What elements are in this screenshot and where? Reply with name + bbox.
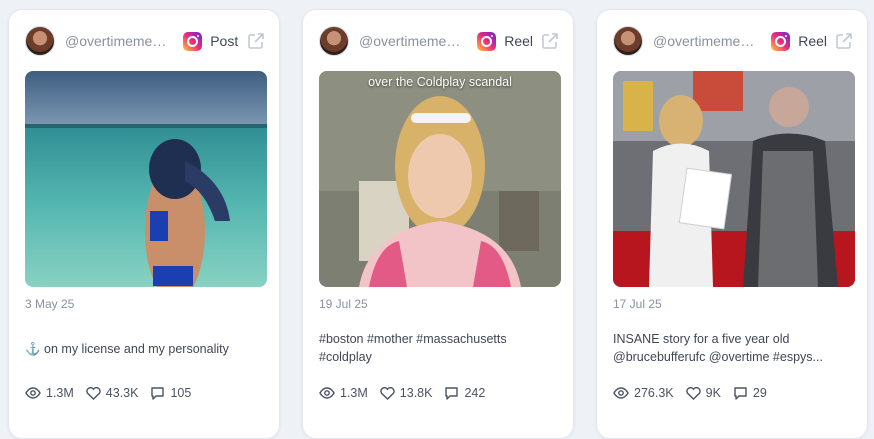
likes-count: 9K [705,386,721,400]
comment-icon [734,387,747,400]
likes-stat: 13.8K [380,386,433,400]
video-caption-overlay: over the Coldplay scandal [368,75,512,89]
comments-stat: 105 [150,386,191,400]
heart-icon [86,386,101,400]
views-count: 1.3M [340,386,368,400]
post-thumbnail[interactable] [25,71,267,287]
card-header: @overtimemeg... Reel [613,26,853,56]
avatar[interactable] [613,26,643,56]
card-header: @overtimemeg... Post [25,26,265,56]
eye-icon [319,387,335,399]
comments-count: 29 [752,386,767,400]
post-thumbnail[interactable]: over the Coldplay scandal [319,71,561,287]
likes-stat: 43.3K [86,386,139,400]
avatar[interactable] [25,26,55,56]
account-handle[interactable]: @overtimemeg... [359,33,463,49]
account-handle[interactable]: @overtimemeg... [653,33,757,49]
post-caption: INSANE story for a five year old @bruceb… [613,330,853,366]
post-stats: 1.3M 13.8K 242 [319,386,497,400]
card-header: @overtimemeg... Reel [319,26,559,56]
likes-stat: 9K [685,386,721,400]
likes-count: 13.8K [399,386,433,400]
caption-line: ⚓ on my license and my personality [25,342,229,356]
caption-line: #coldplay [319,350,372,364]
post-stats: 276.3K 9K 29 [613,386,779,400]
external-link-icon[interactable] [835,32,853,50]
avatar[interactable] [319,26,349,56]
comments-stat: 242 [444,386,485,400]
views-stat: 276.3K [613,386,674,400]
external-link-icon[interactable] [247,32,265,50]
post-date: 3 May 25 [25,297,75,311]
comments-count: 242 [464,386,486,400]
post-type-label: Reel [504,33,533,49]
caption-line: #boston #mother #massachusetts [319,332,507,346]
post-date: 19 Jul 25 [319,297,368,311]
post-card[interactable]: @overtimemeg... Reel over the Coldplay s… [302,9,574,439]
instagram-icon [183,31,203,51]
views-count: 1.3M [46,386,74,400]
views-stat: 1.3M [319,386,368,400]
comments-count: 105 [170,386,192,400]
eye-icon [613,387,629,399]
instagram-icon [771,31,791,51]
caption-line: INSANE story for a five year old [613,332,790,346]
post-card[interactable]: @overtimemeg... Post 3 May 25 ⚓ on my li… [8,9,280,439]
account-handle[interactable]: @overtimemeg... [65,33,169,49]
comments-stat: 29 [733,386,767,400]
instagram-icon [477,31,497,51]
post-type-label: Reel [798,33,827,49]
comment-icon [445,387,459,400]
views-stat: 1.3M [25,386,74,400]
post-caption: #boston #mother #massachusetts #coldplay [319,330,559,366]
post-card[interactable]: @overtimemeg... Reel 17 Jul 25 INSANE st… [596,9,868,439]
external-link-icon[interactable] [541,32,559,50]
eye-icon [25,387,41,399]
heart-icon [685,386,701,400]
post-thumbnail[interactable] [613,71,855,287]
post-type-label: Post [210,33,239,49]
post-caption: ⚓ on my license and my personality [25,340,265,358]
post-date: 17 Jul 25 [613,297,662,311]
likes-count: 43.3K [105,386,139,400]
views-count: 276.3K [634,386,674,400]
heart-icon [380,386,395,400]
caption-line: @brucebufferufc @overtime #espys... [613,350,823,364]
comment-icon [151,387,165,400]
post-stats: 1.3M 43.3K 105 [25,386,203,400]
